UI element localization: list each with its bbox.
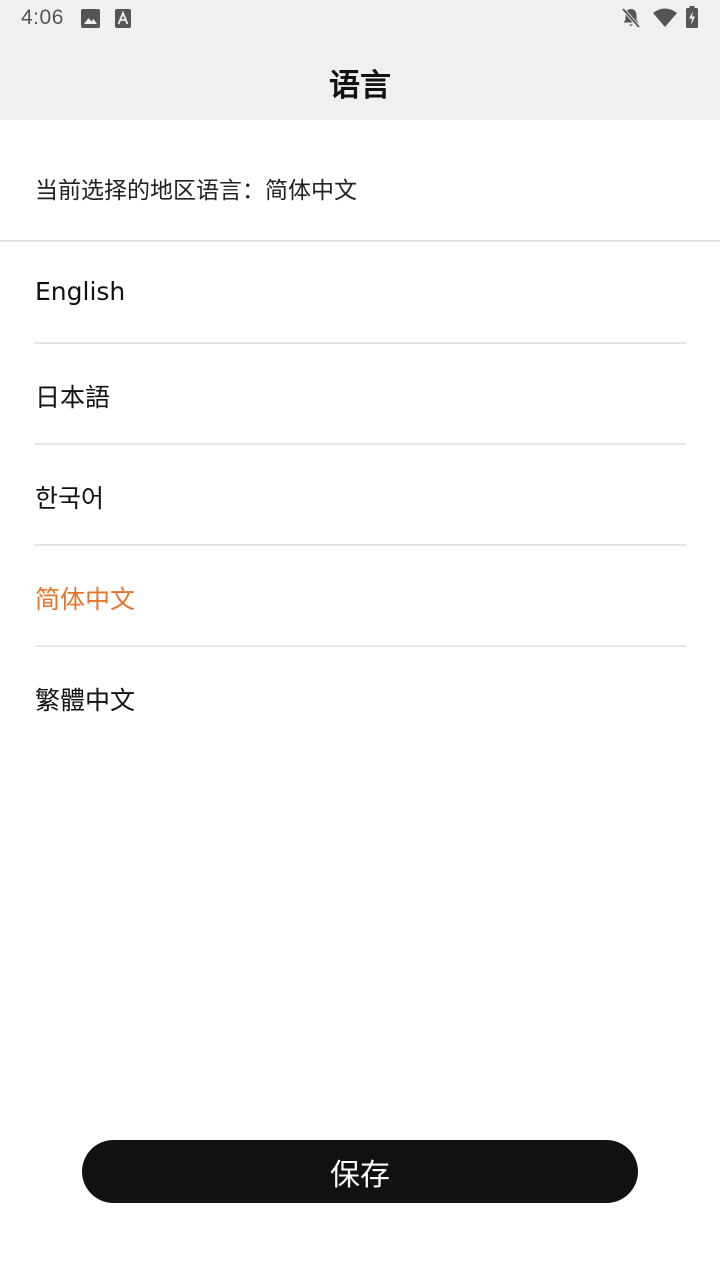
text-a-icon	[115, 9, 131, 28]
language-option-korean[interactable]: 한국어	[35, 445, 686, 546]
language-option-english[interactable]: English	[35, 243, 686, 344]
language-list: English 日本語 한국어 简体中文 繁體中文	[35, 243, 686, 748]
language-settings-screen: 4:06 语言 当前选择的地区语言：简体中文 English 日本語 한국어 简…	[0, 0, 720, 1280]
page-title: 语言	[329, 68, 391, 104]
battery-charging-icon	[686, 6, 698, 28]
notifications-off-icon	[621, 7, 641, 29]
save-button[interactable]: 保存	[82, 1140, 638, 1203]
language-label-selected: 简体中文	[35, 585, 136, 614]
current-language-row: 当前选择的地区语言：简体中文	[0, 120, 720, 242]
language-option-japanese[interactable]: 日本語	[35, 344, 686, 445]
wifi-icon	[653, 8, 677, 27]
status-time: 4:06	[21, 6, 64, 29]
title-bar: 语言	[0, 36, 720, 120]
image-icon	[81, 9, 100, 28]
language-option-simplified-chinese[interactable]: 简体中文	[35, 546, 686, 647]
language-option-traditional-chinese[interactable]: 繁體中文	[35, 647, 686, 748]
language-label: 繁體中文	[35, 686, 136, 715]
current-language-text: 当前选择的地区语言：简体中文	[35, 178, 357, 204]
language-label: English	[35, 277, 126, 306]
language-label: 한국어	[35, 484, 105, 513]
status-bar: 4:06	[0, 0, 720, 36]
language-label: 日本語	[35, 383, 111, 412]
